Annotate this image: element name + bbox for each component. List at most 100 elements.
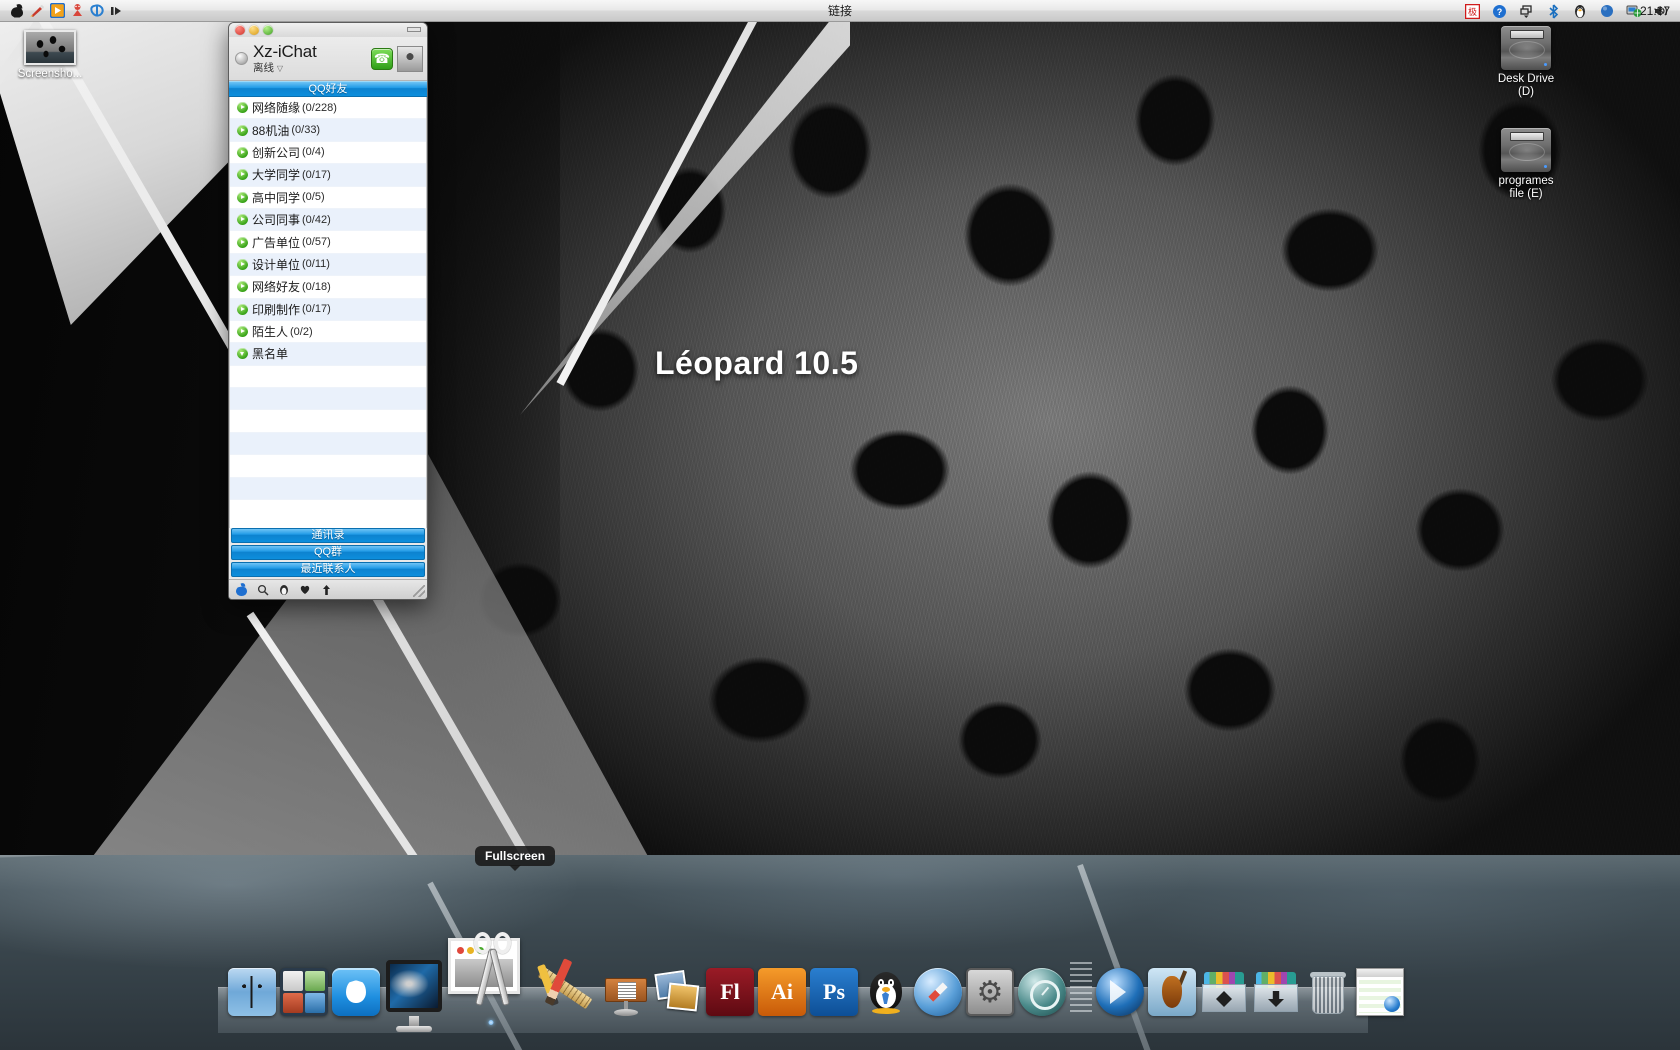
contact-group-row[interactable]: 设计单位 (0/11) [230, 253, 426, 277]
close-button[interactable] [235, 25, 245, 35]
contact-group-row[interactable]: 网络随缘 (0/228) [230, 97, 426, 120]
dock-item-preview-window[interactable] [1356, 968, 1404, 1016]
status-text: 离线 [253, 62, 274, 75]
chevron-right-icon[interactable] [237, 258, 248, 270]
chevron-right-icon[interactable] [237, 124, 248, 136]
group-name: 88机油 [252, 123, 290, 138]
chevron-right-icon[interactable] [237, 326, 248, 338]
dock-item-safari[interactable] [914, 968, 962, 1016]
recent-contacts-button[interactable]: 最近联系人 [231, 562, 425, 577]
apple-menu-icon[interactable] [235, 583, 249, 597]
dock-item-finder[interactable] [228, 968, 276, 1016]
chevron-right-icon[interactable] [237, 303, 248, 315]
dock-item-quicktime[interactable] [1096, 968, 1144, 1016]
qq-groups-button[interactable]: QQ群 [231, 545, 425, 560]
dock[interactable]: Fl Ai Ps [228, 920, 1404, 1032]
photo-2 [666, 982, 700, 1012]
clock-label[interactable]: 21:37 [1640, 0, 1670, 22]
globe-icon [1384, 996, 1400, 1012]
trash-can-icon [1312, 976, 1344, 1014]
dock-item-time-machine[interactable] [1018, 968, 1066, 1016]
chevron-right-icon[interactable] [237, 236, 248, 248]
heart-icon[interactable] [298, 583, 312, 597]
group-count: (0/33) [291, 124, 321, 137]
contact-group-row[interactable]: 印刷制作 (0/17) [230, 298, 426, 321]
contact-group-row[interactable]: 广告单位 (0/57) [230, 231, 426, 254]
hard-drive-icon [1501, 26, 1551, 70]
group-count: (0/57) [302, 236, 331, 249]
phone-call-icon[interactable] [371, 47, 393, 70]
dock-item-illustrator[interactable]: Ai [758, 968, 806, 1016]
desktop-icon-screenshot[interactable]: Screensho... [2, 30, 98, 81]
desktop-icon-programes-file[interactable]: programes file (E) [1478, 128, 1574, 201]
contact-group-row[interactable]: 公司同事 (0/42) [230, 208, 426, 232]
chevron-down-icon[interactable] [237, 348, 248, 360]
penguin-icon[interactable] [277, 583, 291, 597]
contact-group-list[interactable]: 网络随缘 (0/228) 88机油 (0/33) 创新公司 (0/4) 大学同学… [229, 97, 427, 528]
chevron-right-icon[interactable] [237, 169, 248, 181]
zoom-button[interactable] [263, 25, 273, 35]
account-info: Xz-iChat 离线 ▽ [253, 43, 371, 74]
empty-row [230, 477, 426, 501]
contact-group-row[interactable]: 陌生人 (0/2) [230, 321, 426, 344]
lectern-icon [605, 978, 647, 1002]
imac-base [396, 1026, 432, 1032]
avatar[interactable] [397, 45, 423, 72]
chevron-down-icon: ▽ [276, 64, 284, 74]
collapse-button[interactable] [407, 27, 421, 32]
dock-item-downloads-stack[interactable] [1252, 968, 1300, 1016]
chevron-right-icon[interactable] [237, 102, 248, 114]
dock-item-flash[interactable]: Fl [706, 968, 754, 1016]
contact-group-row[interactable]: 88机油 (0/33) [230, 119, 426, 142]
contact-group-row[interactable]: 黑名单 [230, 343, 426, 366]
penguin-icon[interactable] [1571, 2, 1589, 20]
chevron-right-icon[interactable] [237, 191, 248, 203]
window-toolbar [229, 579, 427, 599]
resize-grip[interactable] [413, 585, 425, 597]
desktop-icon-label-line2: file (E) [1509, 188, 1543, 200]
contact-group-row[interactable]: 网络好友 (0/18) [230, 276, 426, 299]
displays-icon[interactable] [1517, 2, 1535, 20]
dock-item-dashboard[interactable] [280, 968, 328, 1016]
window-titlebar[interactable] [229, 23, 427, 37]
chinese-ime-icon[interactable]: 极 [1463, 2, 1481, 20]
minimize-button[interactable] [249, 25, 259, 35]
contact-group-row[interactable]: 大学同学 (0/17) [230, 164, 426, 187]
chevron-right-icon[interactable] [237, 146, 248, 158]
bin-colorful-icon [1202, 984, 1246, 1012]
imac-neck [409, 1016, 419, 1026]
dock-item-garageband[interactable] [1148, 968, 1196, 1016]
dock-item-system-preferences[interactable] [966, 968, 1014, 1016]
chevron-right-icon[interactable] [237, 214, 248, 226]
address-book-button[interactable]: 通讯录 [231, 528, 425, 543]
dock-item-iphoto[interactable] [654, 968, 702, 1016]
dock-item-fullscreen-grab[interactable] [448, 930, 534, 1025]
xz-ichat-window[interactable]: Xz-iChat 离线 ▽ QQ好友 网络随缘 (0/228) 88机油 (0/… [228, 22, 428, 600]
help-icon[interactable]: ? [1490, 2, 1508, 20]
search-icon[interactable] [256, 583, 270, 597]
blue-orb-icon[interactable] [1598, 2, 1616, 20]
desktop-icon-label-line2: (D) [1518, 86, 1534, 98]
dock-item-xcode[interactable] [537, 956, 598, 1016]
dock-item-keynote[interactable] [602, 968, 650, 1016]
contact-group-row[interactable]: 高中同学 (0/5) [230, 187, 426, 209]
tab-qq-friends[interactable]: QQ好友 [229, 81, 427, 97]
dock-item-trash[interactable] [1304, 968, 1352, 1016]
account-status[interactable]: 离线 ▽ [253, 63, 371, 74]
dock-item-qq[interactable] [862, 968, 910, 1016]
upload-icon[interactable] [319, 583, 333, 597]
contact-group-row[interactable]: 创新公司 (0/4) [230, 142, 426, 165]
svg-text:极: 极 [1467, 6, 1476, 18]
chevron-right-icon[interactable] [237, 281, 248, 293]
dock-item-imac-display[interactable] [384, 956, 444, 1032]
group-count: (0/4) [302, 146, 325, 159]
menu-bar[interactable]: 链接 极 ? 21:37 [0, 0, 1680, 22]
desktop-icon-desk-drive[interactable]: Desk Drive (D) [1478, 26, 1574, 99]
dock-item-apple-store[interactable] [332, 968, 380, 1016]
bluetooth-icon[interactable] [1544, 2, 1562, 20]
dock-item-photoshop[interactable]: Ps [810, 968, 858, 1016]
dock-item-documents-stack[interactable] [1200, 968, 1248, 1016]
image-thumbnail-icon [24, 30, 76, 65]
bottom-button-group: 通讯录 QQ群 最近联系人 [229, 528, 427, 579]
status-orb-icon[interactable] [235, 52, 248, 65]
